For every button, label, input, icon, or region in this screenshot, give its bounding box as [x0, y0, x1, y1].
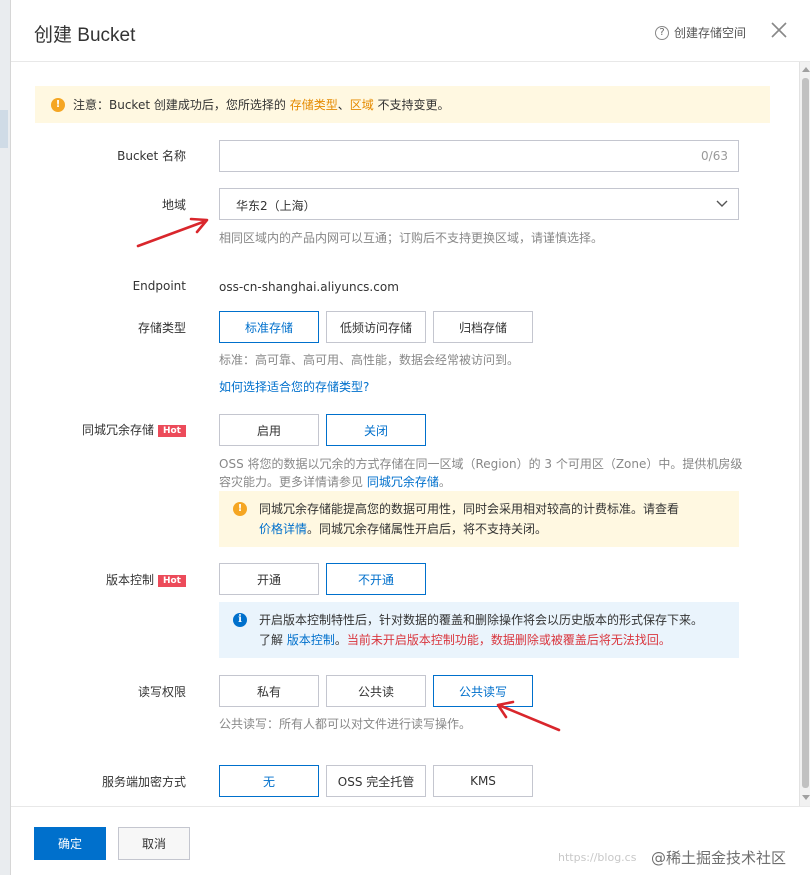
bucket-name-label: Bucket 名称 — [117, 149, 186, 163]
storage-class-archive[interactable]: 归档存储 — [433, 311, 533, 343]
chevron-down-icon — [716, 200, 728, 207]
watermark-name: @稀土掘金技术社区 — [651, 849, 787, 867]
notice-banner: ! 注意：Bucket 创建成功后，您所选择的 存储类型、区域 不支持变更。 — [35, 86, 770, 123]
vertical-scrollbar[interactable] — [799, 62, 810, 806]
versioning-enable[interactable]: 开通 — [219, 563, 319, 595]
warning-icon: ! — [51, 97, 65, 112]
zrs-doc-link[interactable]: 同城冗余存储 — [367, 475, 439, 489]
acl-public-read-write[interactable]: 公共读写 — [433, 675, 533, 707]
region-value: 华东2（上海） — [236, 199, 316, 213]
acl-warning: 公共读写：所有人都可以对文件进行读写操作。 — [219, 717, 472, 731]
zrs-disable[interactable]: 关闭 — [326, 414, 426, 446]
notice-text: 注意：Bucket 创建成功后，您所选择的 存储类型、区域 不支持变更。 — [73, 98, 450, 112]
char-count: 0/63 — [701, 149, 728, 163]
warning-icon: ! — [233, 502, 247, 516]
confirm-button[interactable]: 确定 — [34, 827, 106, 860]
endpoint-value: oss-cn-shanghai.aliyuncs.com — [219, 280, 399, 294]
bucket-name-input[interactable]: 0/63 — [219, 140, 739, 172]
red-arrow-annotation — [136, 217, 209, 248]
storage-class-ia[interactable]: 低频访问存储 — [326, 311, 426, 343]
region-label: 地域 — [161, 198, 186, 212]
versioning-disable[interactable]: 不开通 — [326, 563, 426, 595]
versioning-tip: i 开启版本控制特性后，针对数据的覆盖和删除操作将会以历史版本的形式保存下来。 … — [219, 602, 739, 658]
encryption-oss-managed[interactable]: OSS 完全托管 — [326, 765, 426, 797]
hot-badge: Hot — [157, 425, 186, 437]
region-help: 相同区域内的产品内网可以互通；订购后不支持更换区域，请谨慎选择。 — [219, 231, 604, 245]
help-link-label: 创建存储空间 — [674, 26, 747, 40]
dialog-footer: 确定 取消 https://blog.cs @稀土掘金技术社区 — [11, 806, 810, 875]
storage-class-standard[interactable]: 标准存储 — [219, 311, 319, 343]
create-bucket-dialog: 创建 Bucket ? 创建存储空间 ! 注意：Bucket 创建成功后，您所选… — [10, 0, 810, 875]
question-icon: ? — [655, 25, 669, 40]
scroll-down-icon[interactable] — [802, 795, 810, 800]
close-icon[interactable] — [769, 20, 789, 40]
storage-class-help: 标准：高可靠、高可用、高性能，数据会经常被访问到。 — [219, 353, 520, 367]
zrs-label: 同城冗余存储 Hot — [16, 421, 186, 438]
versioning-doc-link[interactable]: 版本控制 — [287, 633, 335, 647]
scroll-thumb[interactable] — [802, 78, 809, 788]
watermark-url: https://blog.cs — [558, 851, 637, 864]
zrs-tip: ! 同城冗余存储能提高您的数据可用性，同时会采用相对较高的计费标准。请查看 价格… — [219, 491, 739, 547]
storage-class-guide-link[interactable]: 如何选择适合您的存储类型? — [219, 378, 369, 396]
versioning-warning: 当前未开启版本控制功能，数据删除或被覆盖后将无法找回。 — [346, 633, 671, 647]
zrs-options: 启用 关闭 — [219, 414, 433, 446]
scroll-up-icon[interactable] — [802, 67, 810, 72]
info-icon: i — [233, 613, 247, 627]
dialog-title: 创建 Bucket — [34, 25, 136, 46]
zrs-enable[interactable]: 启用 — [219, 414, 319, 446]
hot-badge: Hot — [157, 575, 186, 587]
dialog-header: 创建 Bucket ? 创建存储空间 — [11, 0, 810, 62]
help-link[interactable]: ? 创建存储空间 — [655, 24, 746, 41]
endpoint-label: Endpoint — [132, 279, 186, 293]
storage-class-label: 存储类型 — [137, 321, 186, 335]
encryption-none[interactable]: 无 — [219, 765, 319, 797]
versioning-options: 开通 不开通 — [219, 563, 433, 595]
versioning-label: 版本控制 Hot — [16, 571, 186, 588]
acl-public-read[interactable]: 公共读 — [326, 675, 426, 707]
encryption-kms[interactable]: KMS — [433, 765, 533, 797]
encryption-options: 无 OSS 完全托管 KMS — [219, 765, 540, 797]
storage-class-options: 标准存储 低频访问存储 归档存储 — [219, 311, 540, 343]
dialog-body: ! 注意：Bucket 创建成功后，您所选择的 存储类型、区域 不支持变更。 B… — [11, 62, 799, 806]
acl-private[interactable]: 私有 — [219, 675, 319, 707]
price-detail-link[interactable]: 价格详情 — [259, 522, 307, 536]
acl-options: 私有 公共读 公共读写 — [219, 675, 540, 707]
region-select[interactable]: 华东2（上海） — [219, 188, 739, 220]
zrs-help: OSS 将您的数据以冗余的方式存储在同一区域（Region）的 3 个可用区（Z… — [219, 457, 743, 489]
cancel-button[interactable]: 取消 — [118, 827, 190, 860]
encryption-label: 服务端加密方式 — [101, 775, 186, 789]
acl-label: 读写权限 — [137, 685, 186, 699]
